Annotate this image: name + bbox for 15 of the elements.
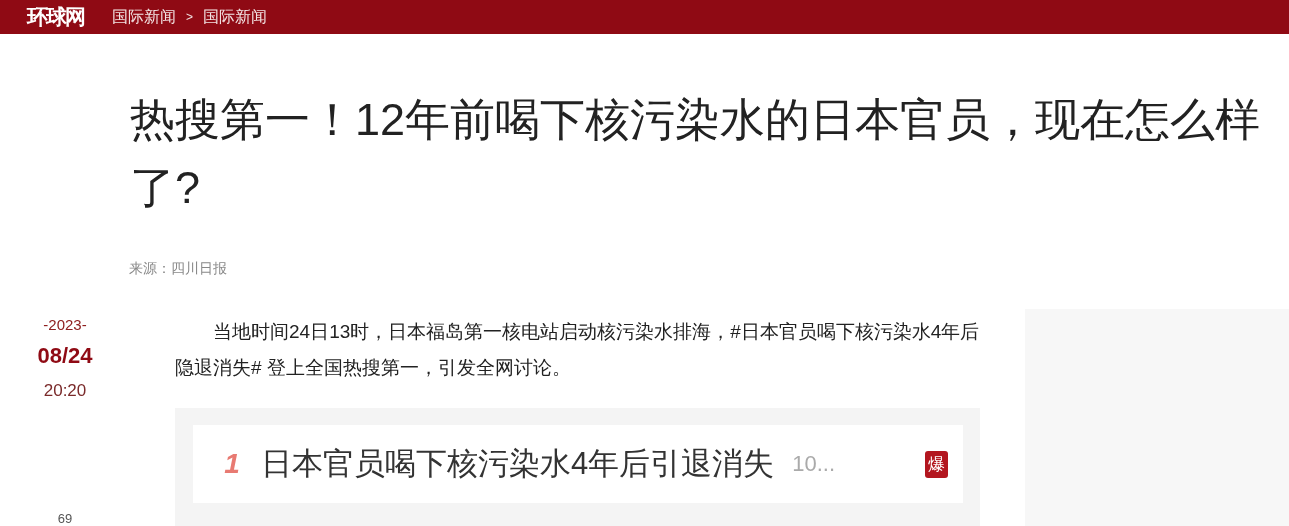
hot-rank: 1 (223, 448, 241, 480)
hot-badge: 爆 (925, 450, 948, 478)
article-source: 来源：四川日报 (129, 260, 228, 278)
publish-year: -2023- (43, 316, 87, 333)
breadcrumb-link[interactable]: 国际新闻 (203, 6, 267, 28)
publish-date: 08/24 (37, 343, 93, 369)
view-count: 69 (57, 511, 73, 526)
hot-search-count: 10... (792, 451, 837, 477)
publish-time: 20:20 (43, 381, 87, 401)
hot-search-title: 日本官员喝下核污染水4年后引退消失 (261, 445, 775, 483)
article-title: 热搜第一！12年前喝下核污染水的日本官员，现在怎么样了? (130, 93, 1262, 215)
breadcrumb-separator: > (186, 10, 193, 24)
site-logo[interactable]: 环球网 (27, 3, 84, 31)
breadcrumb-link[interactable]: 国际新闻 (112, 6, 176, 28)
article-paragraph: 当地时间24日13时，日本福岛第一核电站启动核污染水排海，#日本官员喝下核污染水4年后隐退消失# 登上全国热搜第一，引发全网讨论。 (175, 320, 980, 380)
